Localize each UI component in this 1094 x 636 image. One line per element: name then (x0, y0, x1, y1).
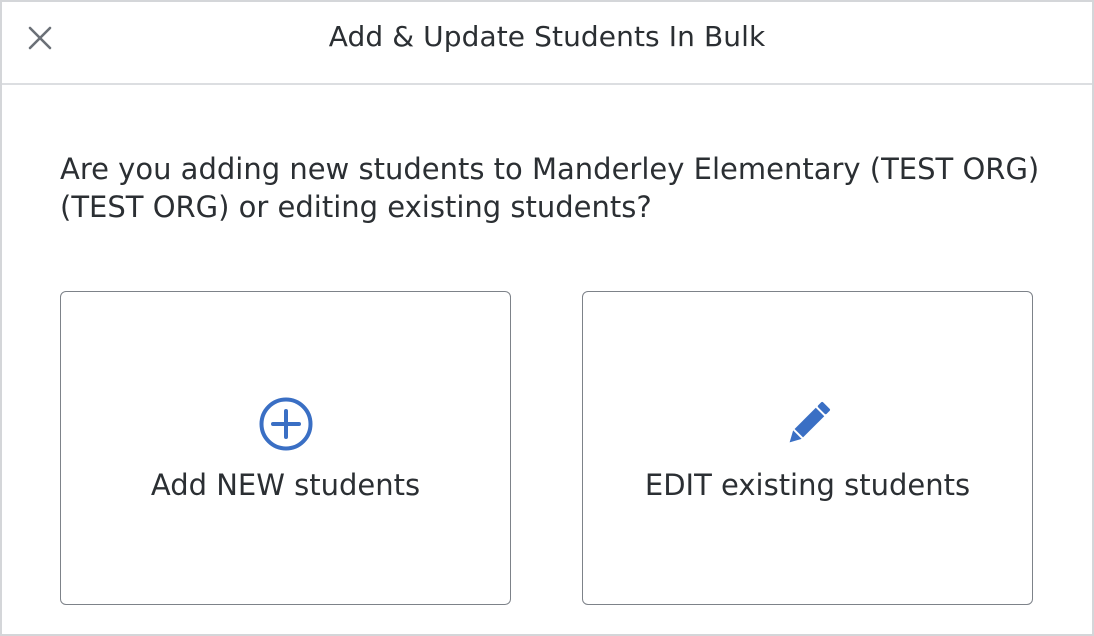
question-text: Are you adding new students to Manderley… (60, 152, 1040, 224)
modal-title: Add & Update Students In Bulk (328, 20, 766, 53)
add-new-students-button[interactable]: Add NEW students (60, 291, 511, 605)
plus-circle-icon (256, 394, 316, 454)
bulk-students-modal: Add & Update Students In Bulk Are you ad… (0, 0, 1094, 636)
pencil-icon (778, 394, 838, 454)
modal-header: Add & Update Students In Bulk (2, 2, 1092, 85)
edit-existing-students-label: EDIT existing students (644, 468, 971, 502)
edit-existing-students-button[interactable]: EDIT existing students (582, 291, 1033, 605)
add-new-students-label: Add NEW students (150, 468, 421, 502)
